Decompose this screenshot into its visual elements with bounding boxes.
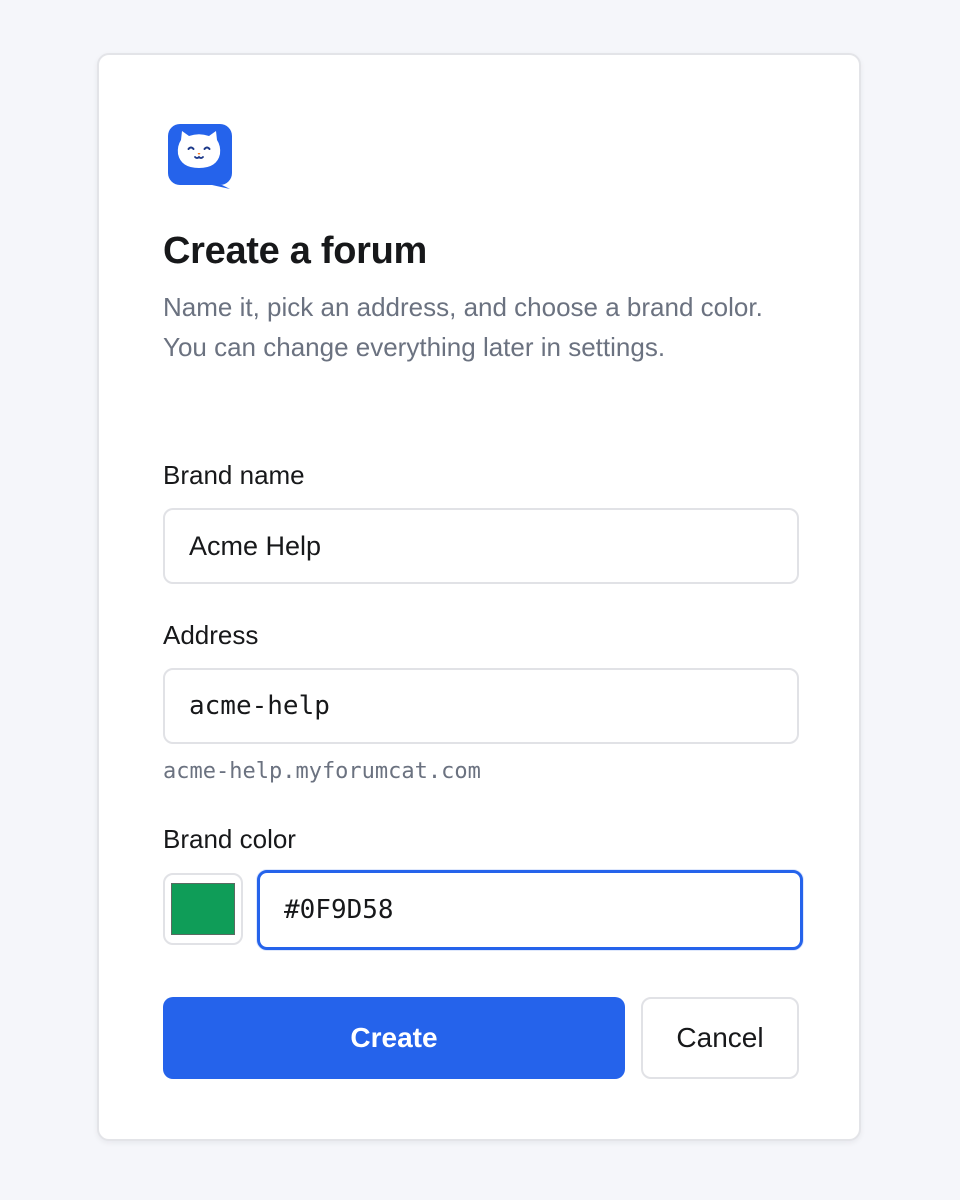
brand-color-label: Brand color <box>163 824 296 854</box>
color-swatch-button[interactable] <box>163 873 243 945</box>
page-title: Create a forum <box>163 230 427 272</box>
brand-name-input[interactable] <box>163 508 799 584</box>
address-url-preview: acme-help.myforumcat.com <box>163 759 481 784</box>
brand-color-hex-input[interactable] <box>257 870 803 950</box>
brand-name-label: Brand name <box>163 460 305 490</box>
create-button[interactable]: Create <box>163 997 625 1079</box>
create-forum-card: Create a forum Name it, pick an address,… <box>97 53 861 1141</box>
address-input[interactable] <box>163 668 799 744</box>
cat-chat-logo-icon <box>168 123 232 189</box>
color-swatch-fill <box>171 883 235 935</box>
cancel-button[interactable]: Cancel <box>641 997 799 1079</box>
page-subtitle: Name it, pick an address, and choose a b… <box>163 292 763 362</box>
address-label: Address <box>163 620 259 650</box>
